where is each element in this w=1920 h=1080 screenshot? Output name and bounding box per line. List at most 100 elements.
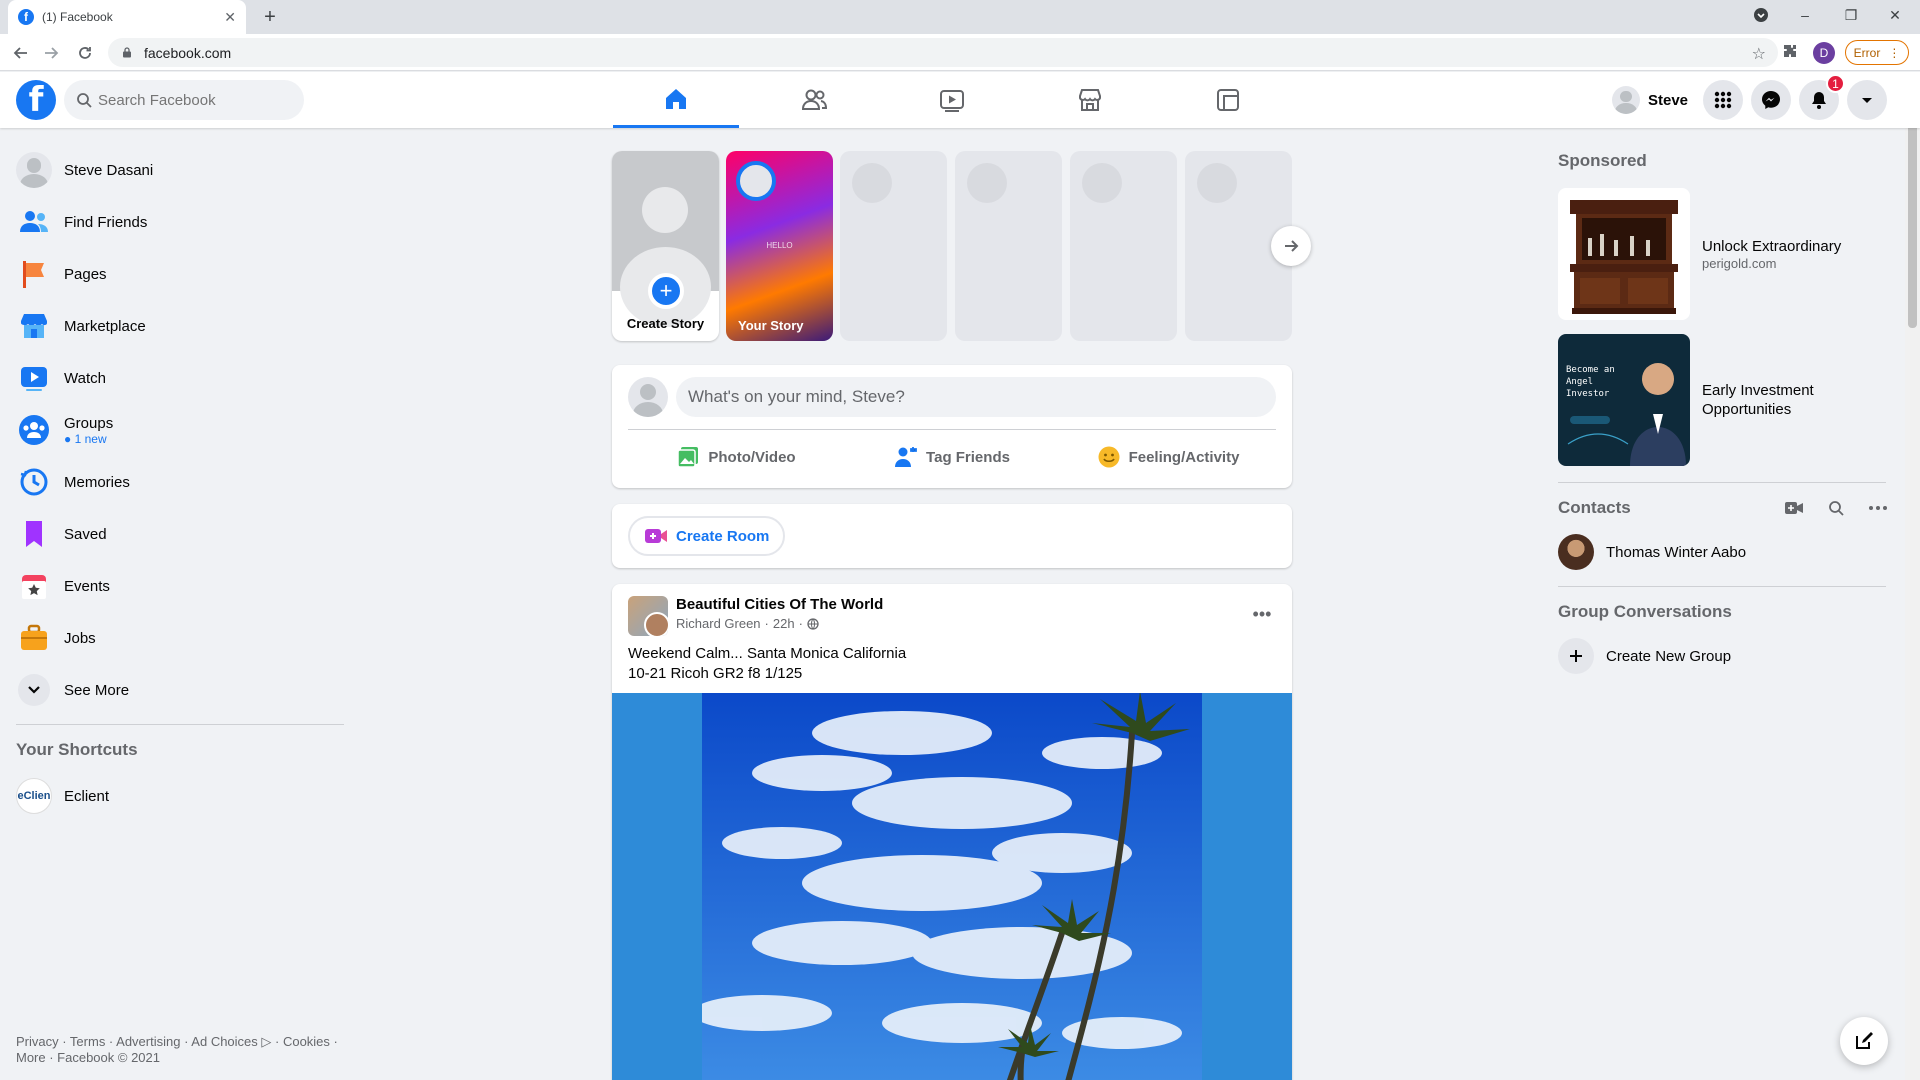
your-story-card[interactable]: HELLO Your Story [726, 151, 833, 341]
post-page-name[interactable]: Beautiful Cities Of The World [676, 596, 883, 613]
restore-button[interactable]: ❐ [1829, 0, 1873, 30]
close-window-button[interactable]: ✕ [1873, 0, 1917, 30]
sponsored-title: Sponsored [1558, 151, 1647, 170]
sidebar-item-pages[interactable]: Pages [8, 248, 348, 300]
photo-video-button[interactable]: Photo/Video [628, 437, 844, 477]
sidebar-item-label: Marketplace [64, 317, 146, 335]
facebook-favicon-icon: f [18, 9, 34, 25]
url-text: facebook.com [144, 44, 232, 61]
friends-icon [801, 89, 828, 110]
facebook-logo-icon[interactable]: f [16, 80, 56, 120]
search-contacts-icon[interactable] [1820, 492, 1852, 524]
nav-tab-watch[interactable] [889, 72, 1015, 128]
feeling-activity-button[interactable]: Feeling/Activity [1060, 437, 1276, 477]
whats-on-your-mind-input[interactable]: What's on your mind, Steve? [676, 377, 1276, 417]
groups-new-count: ● 1 new [64, 431, 107, 446]
shortcut-eclient[interactable]: eClien Eclient [16, 778, 109, 814]
messenger-button[interactable] [1751, 80, 1791, 120]
forward-icon[interactable] [38, 40, 64, 66]
profile-chip-name: Steve [1648, 91, 1689, 109]
contacts-options-icon[interactable] [1862, 492, 1894, 524]
browser-profile-avatar[interactable]: D [1813, 42, 1835, 64]
search-input[interactable] [98, 91, 278, 109]
back-icon[interactable] [8, 40, 34, 66]
nav-tab-marketplace[interactable] [1027, 72, 1153, 128]
clock-icon [20, 468, 48, 496]
sponsored-ad-perigold[interactable]: Unlock Extraordinary perigold.com [1558, 188, 1841, 320]
sidebar-item-profile[interactable]: Steve Dasani [8, 144, 348, 196]
composer-avatar [628, 377, 668, 417]
tab-close-icon[interactable]: ✕ [224, 9, 236, 26]
calendar-icon [22, 575, 46, 599]
page-avatar[interactable] [628, 596, 668, 636]
profile-avatar [16, 152, 52, 188]
your-story-label: Your Story [738, 318, 804, 333]
sidebar-item-label: Find Friends [64, 213, 148, 231]
create-story-card[interactable]: + Create Story [612, 151, 719, 341]
post-photo-palm-trees[interactable] [702, 693, 1202, 1080]
group-conversations-title: Group Conversations [1558, 602, 1732, 621]
flag-icon [23, 261, 44, 288]
stories-next-button[interactable] [1271, 226, 1311, 266]
gaming-icon [1217, 89, 1239, 111]
sidebar-item-jobs[interactable]: Jobs [8, 612, 348, 664]
new-message-button[interactable] [1840, 1017, 1888, 1065]
reload-icon[interactable] [72, 40, 98, 66]
bookmark-star-icon[interactable]: ☆ [1752, 44, 1766, 64]
sidebar-item-watch[interactable]: Watch [8, 352, 348, 404]
sidebar-item-saved[interactable]: Saved [8, 508, 348, 560]
footer-links[interactable]: Privacy · Terms · Advertising · Ad Choic… [16, 1034, 346, 1066]
post-time[interactable]: 22h [773, 616, 795, 631]
page-scrollbar[interactable] [1905, 72, 1920, 1080]
footer-line-2[interactable]: More · Facebook © 2021 [16, 1050, 346, 1066]
sidebar-item-label: Watch [64, 369, 106, 387]
sidebar-item-memories[interactable]: Memories [8, 456, 348, 508]
left-sidebar: Steve Dasani Find Friends Pages Marketpl… [8, 144, 348, 716]
create-new-group-label: Create New Group [1606, 647, 1732, 665]
ad-title: Unlock Extraordinary [1702, 238, 1842, 255]
search-box[interactable] [64, 80, 304, 120]
right-divider [1558, 482, 1886, 483]
user-avatar [1612, 86, 1640, 114]
footer-line-1[interactable]: Privacy · Terms · Advertising · Ad Choic… [16, 1034, 346, 1050]
sidebar-item-label: Events [64, 577, 110, 595]
menu-grid-button[interactable] [1703, 80, 1743, 120]
post-more-options-icon[interactable]: ••• [1244, 596, 1280, 632]
tag-friends-label: Tag Friends [926, 448, 1010, 466]
browser-toolbar: facebook.com ☆ D Error ⋮ [0, 34, 1920, 71]
nav-tab-friends[interactable] [751, 72, 877, 128]
home-icon [666, 88, 686, 109]
sidebar-item-see-more[interactable]: See More [8, 664, 348, 716]
post-author[interactable]: Richard Green [676, 616, 761, 631]
sidebar-item-groups[interactable]: Groups ● 1 new [8, 404, 348, 456]
sidebar-item-label: Groups [64, 414, 114, 432]
tag-friends-button[interactable]: Tag Friends [844, 437, 1060, 477]
nav-tab-gaming[interactable] [1165, 72, 1291, 128]
profile-chip[interactable]: Steve [1612, 84, 1688, 116]
story-placeholder [840, 151, 947, 341]
contact-item[interactable]: Thomas Winter Aabo [1558, 530, 1746, 574]
sidebar-item-marketplace[interactable]: Marketplace [8, 300, 348, 352]
account-menu-button[interactable] [1847, 80, 1887, 120]
sidebar-item-events[interactable]: Events [8, 560, 348, 612]
sidebar-item-label: Steve Dasani [64, 161, 154, 179]
browser-tab[interactable]: f (1) Facebook ✕ [8, 0, 246, 34]
sidebar-item-label: Jobs [64, 629, 96, 647]
address-bar[interactable]: facebook.com ☆ [108, 38, 1778, 67]
new-room-video-icon[interactable] [1778, 492, 1810, 524]
minimize-button[interactable]: – [1783, 0, 1827, 30]
sponsored-ad-ourcrowd[interactable]: Become an Angel Investor Early Investmen… [1558, 334, 1872, 466]
tab-title: (1) Facebook [42, 10, 113, 24]
error-button[interactable]: Error ⋮ [1845, 40, 1909, 65]
chrome-menu-icon[interactable] [1739, 0, 1783, 30]
new-tab-button[interactable]: + [258, 6, 282, 30]
shop-icon [21, 314, 47, 338]
sidebar-item-find-friends[interactable]: Find Friends [8, 196, 348, 248]
contacts-title: Contacts [1558, 498, 1631, 517]
extensions-puzzle-icon[interactable] [1782, 43, 1798, 59]
contact-avatar [1558, 534, 1594, 570]
create-new-group-button[interactable]: Create New Group [1558, 634, 1731, 678]
nav-tab-home[interactable] [613, 72, 739, 128]
create-room-button[interactable]: Create Room [628, 516, 786, 556]
play-icon [21, 367, 47, 391]
